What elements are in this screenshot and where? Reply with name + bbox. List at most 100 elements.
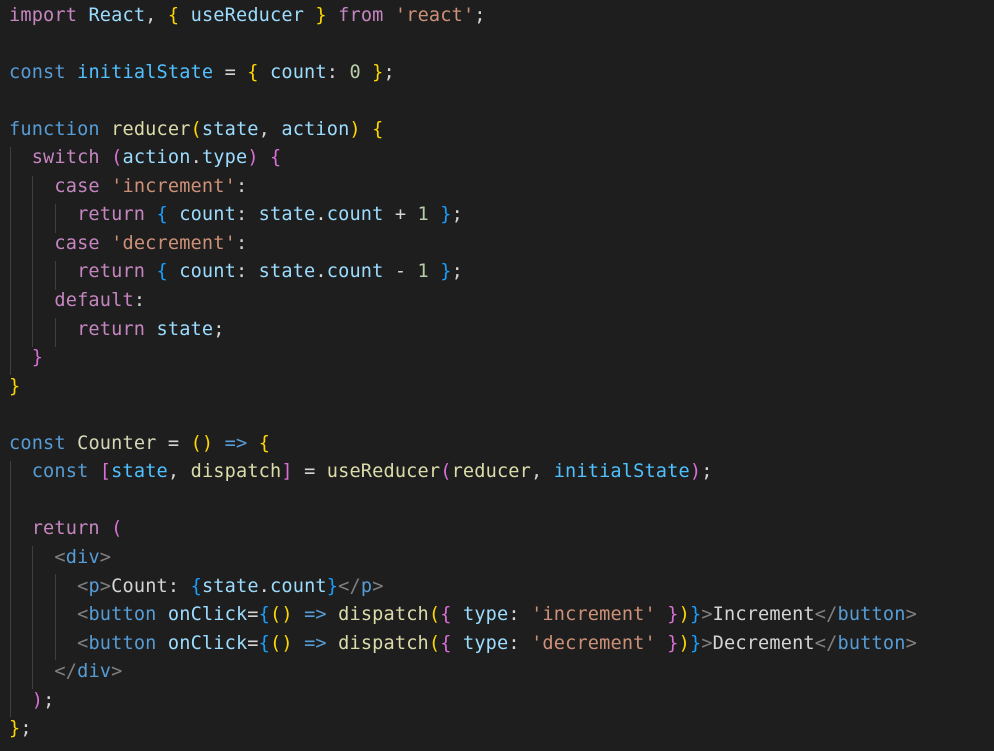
- code-line-17[interactable]: const [state, dispatch] = useReducer(red…: [9, 458, 713, 487]
- code-line-7[interactable]: case 'increment':: [9, 173, 247, 202]
- punctuation: [9, 604, 77, 625]
- punctuation: .: [315, 261, 327, 283]
- variable: React: [88, 4, 146, 26]
- bracket: }: [667, 604, 679, 626]
- punctuation: [327, 604, 338, 625]
- punctuation: [259, 147, 270, 168]
- code-line-22[interactable]: <button onClick={() => dispatch({ type: …: [9, 601, 917, 630]
- keyword: switch: [31, 147, 100, 169]
- bracket: (): [270, 632, 293, 654]
- code-line-13[interactable]: }: [9, 344, 43, 373]
- punctuation: [66, 433, 77, 454]
- tag-punctuation: >: [111, 661, 123, 683]
- punctuation: :: [235, 232, 248, 254]
- bracket: ]: [281, 461, 293, 483]
- code-line-23[interactable]: <button onClick={() => dispatch({ type: …: [9, 630, 917, 659]
- variable: onClick: [167, 632, 248, 654]
- punctuation: [656, 633, 667, 654]
- punctuation: ;: [213, 318, 225, 340]
- variable: state: [201, 575, 259, 597]
- bracket: {: [167, 4, 180, 26]
- variable: count: [326, 261, 384, 283]
- punctuation: [9, 518, 32, 539]
- punctuation: =: [247, 632, 259, 654]
- keyword: return: [31, 518, 100, 540]
- punctuation: [9, 233, 54, 254]
- tag-punctuation: >: [372, 575, 384, 597]
- tag-punctuation: <: [77, 632, 89, 654]
- storage-keyword: const: [31, 461, 89, 483]
- punctuation: [168, 204, 179, 225]
- bracket: {: [258, 604, 271, 626]
- variable: action: [281, 118, 350, 140]
- punctuation: [9, 261, 77, 282]
- tag-name: button: [88, 632, 157, 654]
- punctuation: [259, 62, 270, 83]
- bracket: {: [247, 61, 259, 83]
- keyword: case: [54, 175, 100, 197]
- code-line-6[interactable]: switch (action.type) {: [9, 144, 282, 173]
- bracket: {: [156, 261, 168, 283]
- bracket: }: [372, 61, 384, 83]
- bracket: ): [689, 461, 702, 483]
- code-line-9[interactable]: case 'decrement':: [9, 230, 247, 259]
- punctuation: [327, 633, 338, 654]
- code-line-12[interactable]: return state;: [9, 316, 225, 345]
- code-line-14[interactable]: }: [9, 373, 20, 402]
- variable: state: [258, 261, 316, 283]
- tag-name: div: [65, 546, 100, 568]
- punctuation: :: [235, 261, 259, 283]
- code-line-24[interactable]: </div>: [9, 658, 123, 687]
- keyword: return: [77, 261, 146, 283]
- punctuation: [452, 604, 463, 625]
- tag-name: p: [88, 575, 100, 597]
- bracket: (): [270, 604, 293, 626]
- punctuation: ;: [383, 61, 395, 83]
- punctuation: [9, 690, 32, 711]
- punctuation: ;: [451, 204, 463, 226]
- code-line-20[interactable]: <div>: [9, 544, 111, 573]
- variable: action: [122, 147, 191, 169]
- punctuation: [157, 604, 168, 625]
- punctuation: ,: [145, 4, 168, 26]
- punctuation: [100, 147, 111, 168]
- bracket: }: [9, 375, 21, 397]
- punctuation: [100, 518, 111, 539]
- punctuation: [9, 576, 77, 597]
- code-line-26[interactable]: };: [9, 715, 32, 744]
- jsx-text: Count:: [111, 575, 191, 597]
- code-line-19[interactable]: return (: [9, 515, 123, 544]
- punctuation: [429, 261, 440, 282]
- code-line-3[interactable]: const initialState = { count: 0 };: [9, 59, 395, 88]
- punctuation: [66, 62, 77, 83]
- code-line-8[interactable]: return { count: state.count + 1 };: [9, 201, 463, 230]
- bracket: ): [349, 118, 361, 140]
- keyword: from: [338, 4, 384, 26]
- tag-punctuation: >: [99, 546, 112, 568]
- punctuation: [361, 62, 372, 83]
- tag-punctuation: </: [338, 575, 361, 597]
- constant: initialState: [553, 461, 690, 483]
- code-line-25[interactable]: );: [9, 687, 55, 716]
- bracket: (: [428, 632, 441, 654]
- punctuation: [9, 347, 32, 368]
- bracket: ): [247, 147, 259, 169]
- tag-punctuation: <: [77, 604, 89, 626]
- code-line-1[interactable]: import React, { useReducer } from 'react…: [9, 2, 486, 31]
- punctuation: :: [508, 632, 532, 654]
- string-literal: 'react': [394, 4, 475, 26]
- code-line-10[interactable]: return { count: state.count - 1 };: [9, 258, 463, 287]
- code-line-21[interactable]: <p>Count: {state.count}</p>: [9, 573, 384, 602]
- code-line-16[interactable]: const Counter = () => {: [9, 430, 270, 459]
- punctuation: =: [156, 432, 191, 454]
- punctuation: -: [383, 261, 418, 283]
- code-line-5[interactable]: function reducer(state, action) {: [9, 116, 384, 145]
- bracket: }: [326, 575, 339, 597]
- tag-punctuation: >: [701, 604, 713, 626]
- tag-name: button: [88, 604, 157, 626]
- punctuation: :: [508, 604, 532, 626]
- code-editor[interactable]: import React, { useReducer } from 'react…: [0, 0, 994, 751]
- bracket: {: [270, 147, 282, 169]
- punctuation: =: [247, 604, 259, 626]
- code-line-11[interactable]: default:: [9, 287, 145, 316]
